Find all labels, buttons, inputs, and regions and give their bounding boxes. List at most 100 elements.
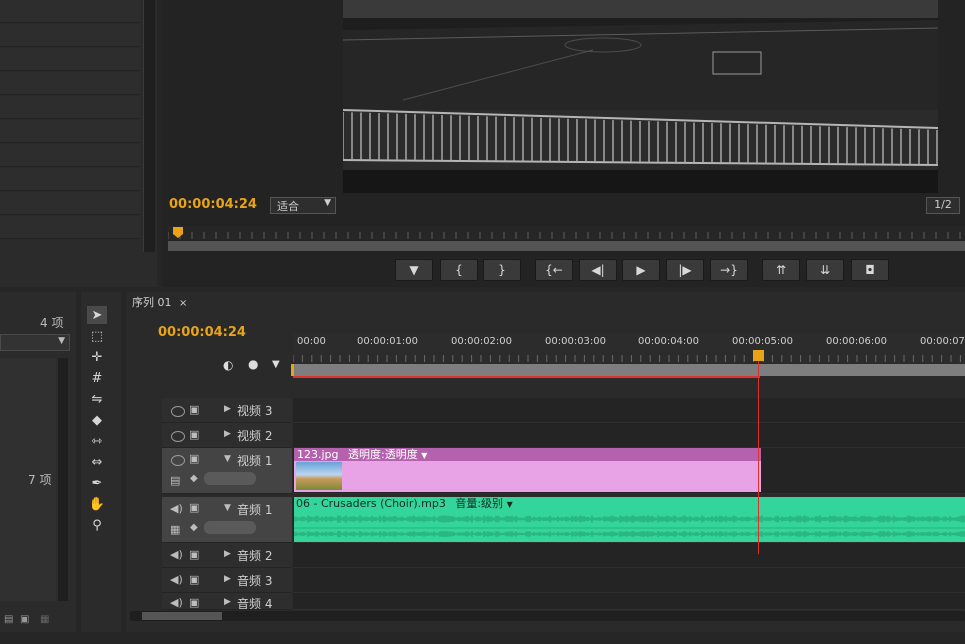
track-header-video-3[interactable]: ▣ ▶ 视频 3: [162, 398, 292, 423]
list-item[interactable]: [0, 216, 140, 239]
clip-effect[interactable]: 透明度:透明度: [348, 448, 418, 461]
snap-icon[interactable]: ◐: [223, 358, 233, 372]
track-lane-audio-3[interactable]: [293, 568, 965, 593]
rolling-edit-tool-icon[interactable]: #: [87, 369, 107, 387]
panel-vertical-scrollbar[interactable]: [143, 0, 155, 252]
monitor-timecode[interactable]: 00:00:04:24: [169, 197, 257, 212]
fit-dropdown[interactable]: 适合 ▼: [270, 197, 336, 214]
keyframe-nav[interactable]: [204, 521, 256, 534]
lock-icon[interactable]: ▣: [189, 596, 199, 609]
step-forward-button[interactable]: |▶: [666, 259, 704, 281]
add-marker-button[interactable]: ▼: [395, 259, 433, 281]
go-to-in-button[interactable]: {←: [535, 259, 573, 281]
track-lane-video-3[interactable]: [293, 398, 965, 423]
zoom-tool-icon[interactable]: ⚲: [87, 516, 107, 534]
timeline-horizontal-scrollbar[interactable]: [130, 611, 965, 621]
keyframe-icon[interactable]: ◆: [190, 473, 198, 484]
lock-icon[interactable]: ▣: [189, 573, 199, 586]
audio-clip-header[interactable]: 06 - Crusaders (Choir).mp3 音量:级别 ▼: [294, 497, 965, 510]
track-header-audio-4[interactable]: ◀) ▣ ▶ 音频 4: [162, 593, 292, 610]
expand-icon[interactable]: ▶: [224, 404, 231, 414]
monitor-zoom-scrollbar[interactable]: [168, 241, 965, 251]
list-item[interactable]: [0, 192, 140, 215]
expand-icon[interactable]: ▶: [224, 429, 231, 439]
list-item[interactable]: [0, 48, 140, 71]
collapse-icon[interactable]: ▼: [224, 454, 231, 464]
lift-button[interactable]: ⇈: [762, 259, 800, 281]
lock-icon[interactable]: ▣: [189, 428, 199, 441]
timeline-timecode[interactable]: 00:00:04:24: [158, 325, 246, 340]
play-button[interactable]: ▶: [622, 259, 660, 281]
speaker-icon[interactable]: ◀): [170, 502, 183, 515]
list-item[interactable]: [0, 144, 140, 167]
display-style-icon[interactable]: ▤: [170, 474, 180, 487]
chevron-down-icon[interactable]: ▼: [421, 451, 427, 460]
step-back-button[interactable]: ◀|: [579, 259, 617, 281]
tab-sequence[interactable]: 序列 01 ×: [132, 294, 187, 310]
clip-effect[interactable]: 音量:级别: [455, 497, 503, 510]
resolution-dropdown[interactable]: 1/2: [926, 197, 960, 214]
mark-out-button[interactable]: }: [483, 259, 521, 281]
hand-tool-icon[interactable]: ✋: [87, 495, 107, 513]
set-marker-icon[interactable]: ●: [248, 357, 258, 371]
rate-stretch-tool-icon[interactable]: ⇋: [87, 390, 107, 408]
eye-icon[interactable]: [171, 406, 185, 417]
slide-tool-icon[interactable]: ⇔: [87, 453, 107, 471]
track-header-video-2[interactable]: ▣ ▶ 视频 2: [162, 423, 292, 448]
track-lane-audio-4[interactable]: [293, 593, 965, 610]
list-view-icon[interactable]: ▤: [4, 614, 13, 625]
lock-icon[interactable]: ▣: [189, 403, 199, 416]
lock-icon[interactable]: ▣: [189, 501, 199, 514]
speaker-icon[interactable]: ◀): [170, 548, 183, 561]
video-clip-header[interactable]: 123.jpg 透明度:透明度 ▼: [294, 448, 761, 461]
slip-tool-icon[interactable]: ⇿: [87, 432, 107, 450]
speaker-icon[interactable]: ◀): [170, 573, 183, 586]
track-header-video-1[interactable]: ▣ ▼ 视频 1 ▤ ◆: [162, 448, 292, 494]
project-filter-dropdown[interactable]: ▼: [0, 334, 70, 351]
work-area-bar[interactable]: [293, 364, 965, 376]
keyframe-nav[interactable]: [204, 472, 256, 485]
pen-tool-icon[interactable]: ✒: [87, 474, 107, 492]
collapse-icon[interactable]: ▼: [224, 503, 231, 513]
track-select-tool-icon[interactable]: ⬚: [87, 327, 107, 345]
scrollbar-thumb[interactable]: [142, 612, 222, 620]
list-item[interactable]: [0, 96, 140, 119]
work-area-start-handle[interactable]: [291, 364, 294, 376]
selection-tool-icon[interactable]: ➤: [87, 306, 107, 324]
playhead-handle[interactable]: [753, 350, 764, 361]
track-lane-video-2[interactable]: [293, 423, 965, 448]
chevron-down-icon[interactable]: ▼: [507, 500, 513, 509]
expand-icon[interactable]: ▶: [224, 549, 231, 559]
waveform-icon[interactable]: ▦: [170, 523, 180, 536]
monitor-time-ruler[interactable]: [168, 226, 965, 240]
list-item[interactable]: [0, 120, 140, 143]
track-header-audio-3[interactable]: ◀) ▣ ▶ 音频 3: [162, 568, 292, 593]
list-item[interactable]: [0, 168, 140, 191]
razor-tool-icon[interactable]: ◆: [87, 411, 107, 429]
ripple-edit-tool-icon[interactable]: ✛: [87, 348, 107, 366]
mark-in-button[interactable]: {: [440, 259, 478, 281]
new-item-icon[interactable]: ▣: [20, 614, 29, 625]
playhead-line[interactable]: [758, 352, 759, 554]
go-to-out-button[interactable]: →}: [710, 259, 748, 281]
track-lane-audio-2[interactable]: [293, 543, 965, 568]
project-vertical-scrollbar[interactable]: [58, 358, 68, 601]
expand-icon[interactable]: ▶: [224, 597, 231, 607]
track-header-audio-1[interactable]: ◀) ▣ ▼ 音频 1 ▦ ◆: [162, 497, 292, 543]
eye-icon[interactable]: [171, 455, 185, 466]
eye-icon[interactable]: [171, 431, 185, 442]
lock-icon[interactable]: ▣: [189, 452, 199, 465]
list-item[interactable]: [0, 24, 140, 47]
expand-icon[interactable]: ▶: [224, 574, 231, 584]
track-header-audio-2[interactable]: ◀) ▣ ▶ 音频 2: [162, 543, 292, 568]
delete-icon[interactable]: ▦: [40, 614, 49, 625]
close-icon[interactable]: ×: [179, 298, 187, 309]
speaker-icon[interactable]: ◀): [170, 596, 183, 609]
export-frame-button[interactable]: ◘: [851, 259, 889, 281]
add-marker-icon[interactable]: ▼: [272, 359, 280, 370]
lock-icon[interactable]: ▣: [189, 548, 199, 561]
list-item[interactable]: [0, 72, 140, 95]
keyframe-icon[interactable]: ◆: [190, 522, 198, 533]
extract-button[interactable]: ⇊: [806, 259, 844, 281]
list-item[interactable]: [0, 0, 140, 23]
